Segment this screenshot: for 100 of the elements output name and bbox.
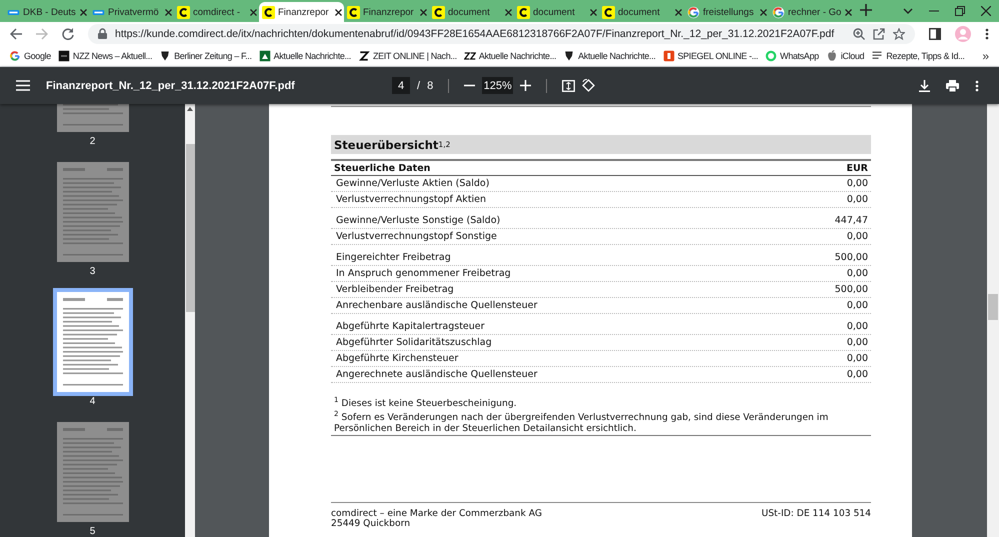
row-value: 0,00 <box>846 321 868 332</box>
browser-tab[interactable]: document <box>514 2 599 22</box>
column-header: Steuerliche Daten <box>334 162 430 174</box>
chevron-down-icon[interactable] <box>903 8 913 14</box>
row-label: Eingereichter Freibetrag <box>336 252 451 263</box>
fit-page-icon[interactable] <box>562 80 576 92</box>
zoom-icon[interactable] <box>853 28 865 40</box>
share-icon[interactable] <box>873 28 885 40</box>
browser-tab[interactable]: DKB - Deuts <box>4 2 89 22</box>
c-logo-icon <box>262 6 275 18</box>
row-label: Verlustverrechnungstopf Sonstige <box>336 231 497 242</box>
page-thumbnail[interactable] <box>52 288 132 396</box>
restore-icon[interactable] <box>955 6 965 16</box>
list-icon <box>871 50 884 62</box>
browser-tab[interactable]: document <box>599 2 684 22</box>
close-icon[interactable] <box>250 8 257 16</box>
browser-tab[interactable]: Privatvermö <box>89 2 174 22</box>
close-icon[interactable] <box>505 8 512 16</box>
close-icon[interactable] <box>675 8 682 16</box>
document-title: Finanzreport_Nr._12_per_31.12.2021F2A07F.pdf <box>46 80 296 92</box>
bookmark[interactable]: Berliner Zeitung – F... <box>158 48 253 62</box>
more-icon[interactable] <box>985 28 989 40</box>
c-logo-icon <box>517 6 530 18</box>
zoom-field[interactable]: 125% <box>482 77 514 94</box>
side-panel-icon[interactable] <box>929 28 941 40</box>
page-number-label: 5 <box>90 526 96 537</box>
bookmark[interactable]: ZEIT ONLINE | Nach... <box>356 48 458 62</box>
row-value: 500,00 <box>834 252 868 263</box>
row-value: 0,00 <box>846 194 868 205</box>
print-icon[interactable] <box>946 80 959 92</box>
address-field[interactable]: https://kunde.comdirect.de/itx/nachrichten/dokumentenabruf/id/0943FF28E1654AAE6812318766F2A07F/Finanzreport_Nr._12_per_31.12.2021F2A07F.pdf <box>88 24 915 44</box>
close-icon[interactable] <box>335 8 342 16</box>
g-logo-icon <box>9 50 21 62</box>
c-logo-icon <box>432 6 445 18</box>
bookmark[interactable]: WhatsApp <box>764 48 820 62</box>
download-icon[interactable] <box>919 80 930 92</box>
bookmark[interactable]: Aktuelle Nachrichte... <box>258 48 352 62</box>
bookmark[interactable]: NZZ News – Aktuell... <box>56 48 154 62</box>
browser-tab[interactable]: comdirect - <box>174 2 259 22</box>
z-logo-icon <box>358 50 370 62</box>
row-value: 0,00 <box>846 178 868 189</box>
close-icon[interactable] <box>590 8 597 16</box>
crest-icon <box>563 50 576 62</box>
bookmark[interactable]: Aktuelle Nachrichte... <box>462 48 558 62</box>
footnote: $^{2}$ Sofern es Veränderungen nach der übergreifenden Verlustverrechnung gab, sind diese Veränderungen im Persönlichen Bereich in der Steuerlichen Detailansicht ersichtlich. <box>334 409 830 434</box>
row-value: 0,00 <box>846 337 868 348</box>
scrollbar[interactable] <box>987 104 999 537</box>
reload-icon[interactable] <box>62 28 74 40</box>
row-label: In Anspruch genommener Freibetrag <box>336 268 511 279</box>
crest-icon <box>159 50 172 62</box>
browser-tab[interactable]: rechner - Go <box>769 2 854 22</box>
footnote: $^{1}$ Dieses ist keine Steuerbescheinigung. <box>334 395 518 410</box>
g-logo-icon <box>687 6 700 18</box>
back-icon[interactable] <box>10 28 22 40</box>
browser-tab[interactable]: Finanzrepor <box>344 2 429 22</box>
row-value: 0,00 <box>846 268 868 279</box>
close-icon[interactable] <box>981 6 991 16</box>
row-label: Gewinne/Verluste Aktien (Saldo) <box>336 178 490 189</box>
bookmark[interactable]: iCloud <box>824 48 866 62</box>
bookmark[interactable]: Google <box>8 48 52 62</box>
row-value: 0,00 <box>846 353 868 364</box>
plus-icon[interactable] <box>860 4 872 16</box>
row-label: Verbleibender Freibetrag <box>336 284 454 295</box>
c-logo-icon <box>177 6 190 18</box>
lock-icon <box>98 28 107 39</box>
g-logo-icon <box>772 6 785 18</box>
zoom-in-icon[interactable] <box>520 80 532 91</box>
scroll-up-icon[interactable] <box>187 107 193 111</box>
square-logo-icon <box>662 50 674 62</box>
star-icon[interactable] <box>893 28 905 40</box>
bookmark[interactable]: Aktuelle Nachrichte... <box>562 48 656 62</box>
minimize-icon[interactable] <box>929 10 939 12</box>
more-icon[interactable] <box>975 80 979 92</box>
row-value: 0,00 <box>846 231 868 242</box>
column-header: EUR <box>846 162 868 174</box>
page-number-label: 2 <box>90 136 96 147</box>
footer-address: 25449 Quickborn <box>331 519 412 530</box>
scrollbar[interactable] <box>185 104 195 537</box>
menu-icon[interactable] <box>16 80 30 91</box>
browser-tab[interactable]: Finanzrepor <box>259 2 344 22</box>
close-icon[interactable] <box>80 8 87 16</box>
close-icon[interactable] <box>165 8 172 16</box>
bookmark[interactable]: SPIEGEL ONLINE -... <box>662 48 760 62</box>
browser-tab[interactable]: document <box>429 2 514 22</box>
page-separator: / <box>417 80 420 92</box>
row-label: Gewinne/Verluste Sonstige (Saldo) <box>336 215 500 226</box>
bookmark[interactable]: Rezepte, Tipps & Id... <box>870 48 966 62</box>
rotate-icon[interactable] <box>582 79 596 92</box>
row-value: 447,47 <box>834 215 868 226</box>
close-icon[interactable] <box>845 8 852 16</box>
c-logo-icon <box>602 6 615 18</box>
overflow-chevron[interactable]: » <box>972 48 999 62</box>
row-label: Anrechenbare ausländische Quellensteuer <box>336 300 538 311</box>
row-label: Verlustverrechnungstopf Aktien <box>336 194 486 205</box>
row-value: 0,00 <box>846 300 868 311</box>
browser-tab[interactable]: freistellungs <box>684 2 769 22</box>
row-label: Angerechnete ausländische Quellensteuer <box>336 369 538 380</box>
close-icon[interactable] <box>760 8 767 16</box>
page-number-field[interactable]: 4 <box>392 77 410 94</box>
close-icon[interactable] <box>420 8 427 16</box>
